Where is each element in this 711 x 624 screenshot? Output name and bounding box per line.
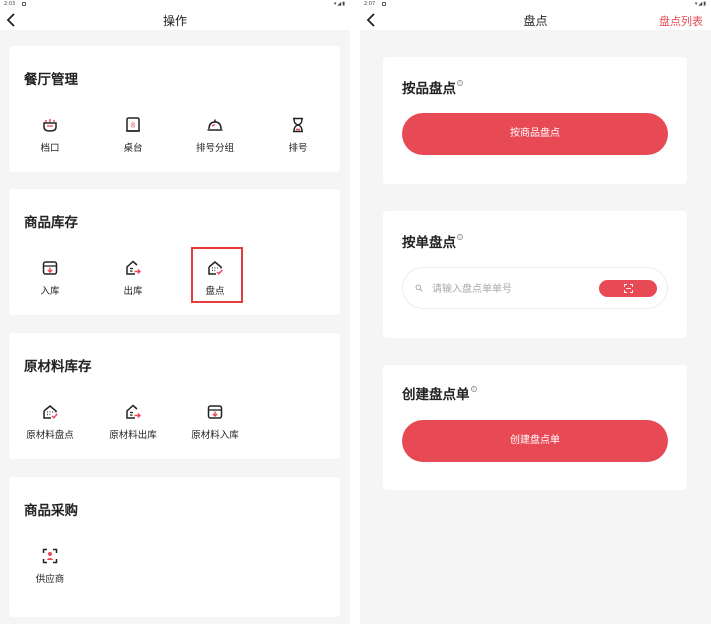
grid-item-label: 排号分组 [195, 143, 234, 154]
grid-item-stock-out[interactable]: 出库 [103, 255, 163, 303]
status-icons: ▾◢▮ [694, 1, 707, 7]
grid-item-raw-stock-out[interactable]: 原材料出库 [103, 399, 163, 447]
highlight-box [191, 247, 243, 303]
section-product-inventory: 商品库存 入库 出库 盘点 [9, 189, 340, 315]
stocktake-icon [43, 405, 58, 419]
nav-bar: 操作 [0, 9, 350, 30]
grid-item-label: 原材料出库 [109, 430, 157, 441]
by-order-title-text: 按单盘点 [402, 235, 456, 251]
section-title: 商品库存 [24, 215, 78, 231]
grid-item-supplier[interactable]: 供应商 [20, 543, 80, 591]
scan-icon [624, 284, 633, 293]
outbox-icon [126, 404, 141, 419]
by-product-button[interactable]: 按商品盘点 [402, 113, 668, 155]
stall-icon [43, 119, 57, 132]
section-title: 商品采购 [24, 503, 78, 519]
grid-item-label: 出库 [123, 286, 143, 297]
create-stocktake-card: 创建盘点单? 创建盘点单 [383, 365, 687, 490]
status-bar: 2:07 ▾◢▮ [360, 0, 711, 9]
order-search-box [402, 267, 668, 309]
by-order-card: 按单盘点? [383, 211, 687, 338]
inbox-down-icon [42, 261, 58, 275]
grid-item-queue-group[interactable]: 排号分组 [185, 112, 245, 160]
grid-item-raw-stock-in[interactable]: 原材料入库 [185, 399, 245, 447]
by-order-title: 按单盘点? [402, 231, 463, 251]
notification-icon [22, 2, 26, 6]
supplier-icon [42, 548, 58, 564]
create-title-text: 创建盘点单 [402, 387, 470, 403]
status-icons: ▾◢▮ [333, 1, 346, 7]
section-restaurant-management: 餐厅管理 档口 8 桌台 排号分组 排号 [9, 46, 340, 172]
back-button[interactable] [364, 12, 380, 28]
grid-item-label: 供应商 [35, 574, 65, 585]
grid-item-table[interactable]: 8 桌台 [103, 112, 163, 160]
hourglass-icon [293, 117, 303, 133]
svg-text:8: 8 [131, 122, 135, 130]
section-raw-material-inventory: 原材料库存 原材料盘点 原材料出库 原材料入库 [9, 333, 340, 459]
chevron-left-icon [366, 13, 375, 27]
status-bar: 2:03 ▾◢▮ [0, 0, 350, 9]
scan-button[interactable] [599, 280, 657, 297]
help-icon[interactable]: ? [457, 234, 463, 240]
search-icon [415, 284, 423, 292]
operations-screen: 2:03 ▾◢▮ 操作 餐厅管理 档口 8 桌台 排号分组 排号 商品库存 入库… [0, 0, 350, 624]
status-time: 2:03 [4, 1, 16, 7]
back-button[interactable] [4, 12, 20, 28]
grid-item-raw-stocktake[interactable]: 原材料盘点 [20, 399, 80, 447]
notification-icon [382, 2, 386, 6]
grid-item-queue[interactable]: 排号 [268, 112, 328, 160]
grid-item-label: 档口 [40, 143, 60, 154]
bell-icon [207, 119, 223, 131]
section-title: 餐厅管理 [24, 72, 78, 88]
inbox-down-icon [207, 405, 223, 419]
stocktake-list-link[interactable]: 盘点列表 [659, 13, 703, 29]
chevron-left-icon [6, 13, 15, 27]
grid-item-label: 入库 [40, 286, 60, 297]
grid-item-stall[interactable]: 档口 [20, 112, 80, 160]
by-product-card: 按品盘点? 按商品盘点 [383, 57, 687, 184]
table-icon: 8 [126, 117, 140, 132]
order-number-input[interactable] [432, 281, 582, 297]
by-product-title-text: 按品盘点 [402, 81, 456, 97]
section-product-purchasing: 商品采购 供应商 [9, 477, 340, 617]
create-title: 创建盘点单? [402, 383, 477, 403]
nav-bar: 盘点 盘点列表 [360, 9, 711, 30]
outbox-icon [126, 260, 141, 275]
grid-item-stock-in[interactable]: 入库 [20, 255, 80, 303]
section-title: 原材料库存 [24, 359, 92, 375]
grid-item-label: 桌台 [123, 143, 143, 154]
grid-item-label: 原材料入库 [191, 430, 239, 441]
page-title: 操作 [162, 14, 187, 28]
status-time: 2:07 [364, 1, 376, 7]
by-product-title: 按品盘点? [402, 77, 463, 97]
help-icon[interactable]: ? [457, 80, 463, 86]
grid-item-label: 原材料盘点 [26, 430, 74, 441]
stocktake-screen: 2:07 ▾◢▮ 盘点 盘点列表 按品盘点? 按商品盘点 按单盘点? 创建盘点单… [360, 0, 711, 624]
grid-item-label: 排号 [288, 143, 308, 154]
help-icon[interactable]: ? [470, 386, 477, 392]
create-stocktake-button[interactable]: 创建盘点单 [402, 420, 668, 462]
